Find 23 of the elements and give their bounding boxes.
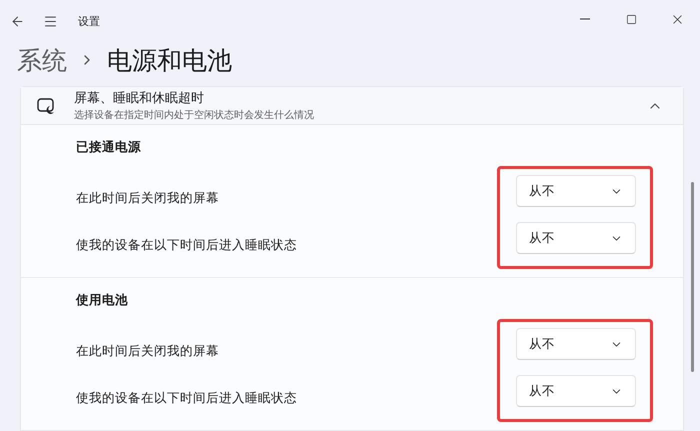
menu-icon (43, 14, 58, 28)
dropdown[interactable]: 从不 (516, 328, 636, 360)
dropdown[interactable]: 从不 (516, 175, 636, 207)
setting-label: 在此时间后关闭我的屏幕 (76, 189, 220, 207)
section-heading: 已接通电源 (76, 139, 142, 156)
breadcrumb-item[interactable]: 系统 (17, 44, 67, 76)
scrollbar-thumb[interactable] (690, 182, 694, 372)
dropdown[interactable]: 从不 (516, 375, 636, 407)
setting-label: 使我的设备在以下时间后进入睡眠状态 (76, 389, 298, 407)
minimize-icon (580, 18, 590, 20)
card-header[interactable]: 屏幕、睡眠和休眠超时 选择设备在指定时间内处于空闲状态时会发生什么情况 (21, 87, 684, 125)
dropdown[interactable]: 从不 (516, 222, 636, 254)
setting-label: 在此时间后关闭我的屏幕 (76, 342, 220, 360)
menu-button[interactable] (43, 14, 58, 28)
screen-moon-icon (37, 98, 55, 114)
card-title: 屏幕、睡眠和休眠超时 (74, 90, 205, 107)
back-button[interactable] (10, 14, 25, 28)
setting-label: 使我的设备在以下时间后进入睡眠状态 (76, 236, 298, 254)
card-subtitle: 选择设备在指定时间内处于空闲状态时会发生什么情况 (74, 108, 314, 122)
maximize-icon (626, 14, 636, 24)
window-title: 设置 (78, 14, 100, 28)
breadcrumb-item: 电源和电池 (107, 44, 232, 76)
section-heading: 使用电池 (76, 292, 129, 309)
